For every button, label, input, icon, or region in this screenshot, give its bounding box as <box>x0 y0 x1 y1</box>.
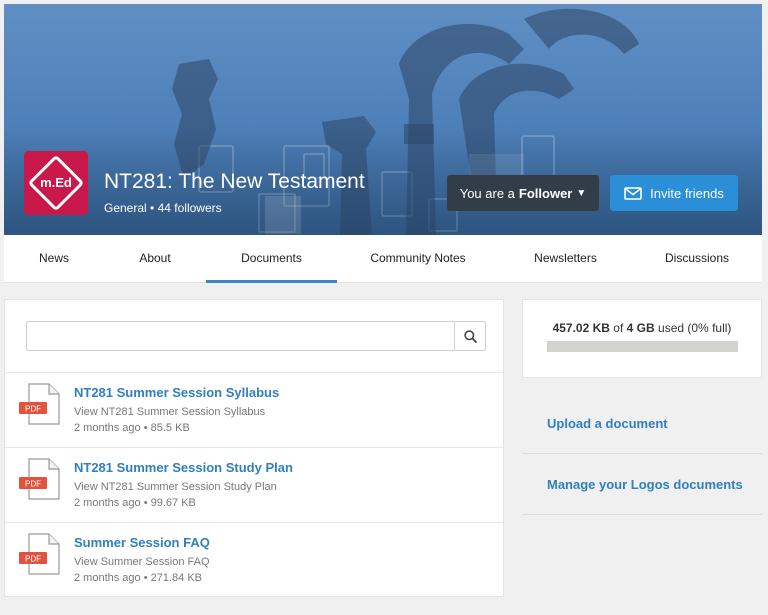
document-view-link[interactable]: View NT281 Summer Session Study Plan <box>74 481 277 493</box>
separator-dot: • <box>150 201 158 215</box>
invite-friends-label: Invite friends <box>650 185 724 201</box>
search-button[interactable] <box>454 322 485 350</box>
group-title: NT281: The New Testament <box>104 170 365 193</box>
documents-panel: PDF NT281 Summer Session Syllabus View N… <box>4 299 504 597</box>
document-search <box>26 321 486 351</box>
document-title-link[interactable]: NT281 Summer Session Study Plan <box>74 460 293 475</box>
pdf-file-icon: PDF <box>19 383 60 425</box>
document-title-link[interactable]: NT281 Summer Session Syllabus <box>74 385 279 400</box>
tab-about[interactable]: About <box>104 235 206 283</box>
document-age: 2 months ago <box>74 497 141 509</box>
search-input[interactable] <box>27 322 455 350</box>
document-row[interactable]: PDF NT281 Summer Session Syllabus View N… <box>5 372 503 447</box>
caret-down-icon: ▼ <box>576 187 587 199</box>
pdf-file-icon: PDF <box>19 533 60 575</box>
document-age: 2 months ago <box>74 572 141 584</box>
group-tabs: News About Documents Community Notes New… <box>4 235 762 283</box>
tab-news[interactable]: News <box>4 235 104 283</box>
follower-status-button[interactable]: You are a Follower ▼ <box>447 175 599 211</box>
pdf-file-icon: PDF <box>19 458 60 500</box>
storage-percent: (0% full) <box>687 321 732 335</box>
document-title-link[interactable]: Summer Session FAQ <box>74 535 210 550</box>
document-view-link[interactable]: View NT281 Summer Session Syllabus <box>74 406 265 418</box>
follower-prefix: You are a <box>459 185 515 201</box>
group-subtitle: General • 44 followers <box>104 201 222 215</box>
tab-discussions[interactable]: Discussions <box>632 235 762 283</box>
tab-newsletters[interactable]: Newsletters <box>499 235 632 283</box>
document-size: 99.67 KB <box>150 497 196 509</box>
group-followers: 44 followers <box>157 201 222 215</box>
document-age: 2 months ago <box>74 422 141 434</box>
storage-used-word: used <box>658 321 685 335</box>
storage-of: of <box>613 321 624 335</box>
group-category: General <box>104 201 147 215</box>
storage-progress-bar <box>547 341 738 352</box>
storage-usage-text: 457.02 KB of 4 GB used (0% full) <box>523 321 761 335</box>
upload-document-row: Upload a document <box>522 394 762 454</box>
manage-logos-documents-link[interactable]: Manage your Logos documents <box>547 455 743 515</box>
file-type-label: PDF <box>25 405 41 414</box>
manage-documents-row: Manage your Logos documents <box>522 455 762 515</box>
document-row[interactable]: PDF NT281 Summer Session Study Plan View… <box>5 447 503 522</box>
separator-dot: • <box>143 572 151 584</box>
tab-documents[interactable]: Documents <box>206 235 337 283</box>
separator-dot: • <box>143 497 151 509</box>
document-size: 271.84 KB <box>150 572 203 584</box>
tab-community-notes[interactable]: Community Notes <box>337 235 499 283</box>
storage-used: 457.02 KB <box>552 321 610 335</box>
document-meta: 2 months ago • 85.5 KB <box>74 422 190 434</box>
document-meta: 2 months ago • 99.67 KB <box>74 497 196 509</box>
file-type-label: PDF <box>25 480 41 489</box>
follower-status: Follower <box>518 185 573 201</box>
file-type-label: PDF <box>25 555 41 564</box>
storage-usage-panel: 457.02 KB of 4 GB used (0% full) <box>522 299 762 378</box>
document-row[interactable]: PDF Summer Session FAQ View Summer Sessi… <box>5 522 503 597</box>
envelope-icon <box>624 186 642 200</box>
upload-document-link[interactable]: Upload a document <box>547 394 668 454</box>
separator-dot: • <box>143 422 151 434</box>
group-logo[interactable]: m.Ed <box>24 151 88 215</box>
logo-text: m.Ed <box>40 175 72 190</box>
storage-total: 4 GB <box>626 321 655 335</box>
invite-friends-button[interactable]: Invite friends <box>610 175 738 211</box>
document-view-link[interactable]: View Summer Session FAQ <box>74 556 210 568</box>
search-icon <box>463 329 477 343</box>
document-size: 85.5 KB <box>150 422 190 434</box>
document-meta: 2 months ago • 271.84 KB <box>74 572 202 584</box>
